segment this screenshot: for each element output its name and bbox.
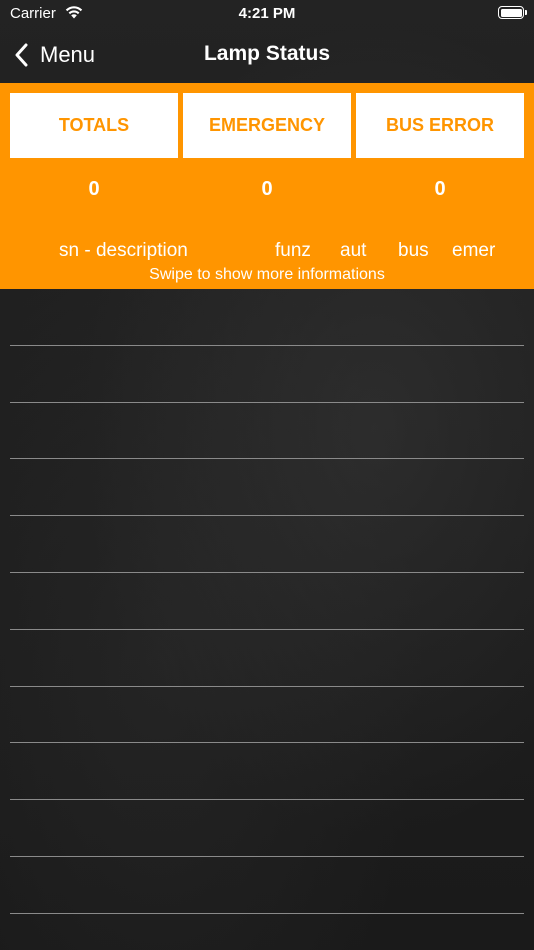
lamp-list[interactable] — [10, 289, 524, 950]
list-item[interactable] — [10, 403, 524, 460]
list-item[interactable] — [10, 800, 524, 857]
count-row: 0 0 0 — [10, 178, 524, 202]
battery-icon — [498, 6, 527, 19]
list-item[interactable] — [10, 459, 524, 517]
column-header-aut: aut — [340, 240, 367, 261]
list-item[interactable] — [10, 289, 524, 346]
summary-panel: TOTALS EMERGENCY BUS ERROR 0 0 0 sn - de… — [0, 83, 534, 289]
column-header-bus: bus — [398, 240, 429, 261]
totals-count: 0 — [88, 178, 100, 200]
tab-totals[interactable]: TOTALS — [10, 93, 178, 158]
page-title: Lamp Status — [203, 42, 331, 65]
lamp-status-screen: Carrier 4:21 PM Menu Lamp Status TOTALS … — [0, 0, 534, 950]
status-bar: Carrier 4:21 PM — [0, 0, 534, 28]
filter-tabs: TOTALS EMERGENCY BUS ERROR — [10, 93, 524, 158]
list-item[interactable] — [10, 346, 524, 403]
list-item[interactable] — [10, 516, 524, 573]
emergency-count: 0 — [261, 178, 273, 200]
list-item[interactable] — [10, 857, 524, 914]
table-header: sn - description funz aut bus emer — [0, 240, 534, 266]
list-item[interactable] — [10, 630, 524, 687]
bus-error-count: 0 — [434, 178, 446, 200]
column-header-emer: emer — [452, 240, 496, 261]
clock-time: 4:21 PM — [238, 5, 296, 22]
list-item[interactable] — [10, 687, 524, 744]
navigation-bar: Menu Lamp Status — [0, 28, 534, 83]
column-header-sn-description: sn - description — [59, 240, 188, 261]
tab-emergency[interactable]: EMERGENCY — [183, 93, 351, 158]
list-item[interactable] — [10, 743, 524, 801]
column-header-funz: funz — [275, 240, 311, 261]
tab-bus-error[interactable]: BUS ERROR — [356, 93, 524, 158]
swipe-hint: Swipe to show more informations — [149, 266, 385, 283]
list-item[interactable] — [10, 573, 524, 630]
